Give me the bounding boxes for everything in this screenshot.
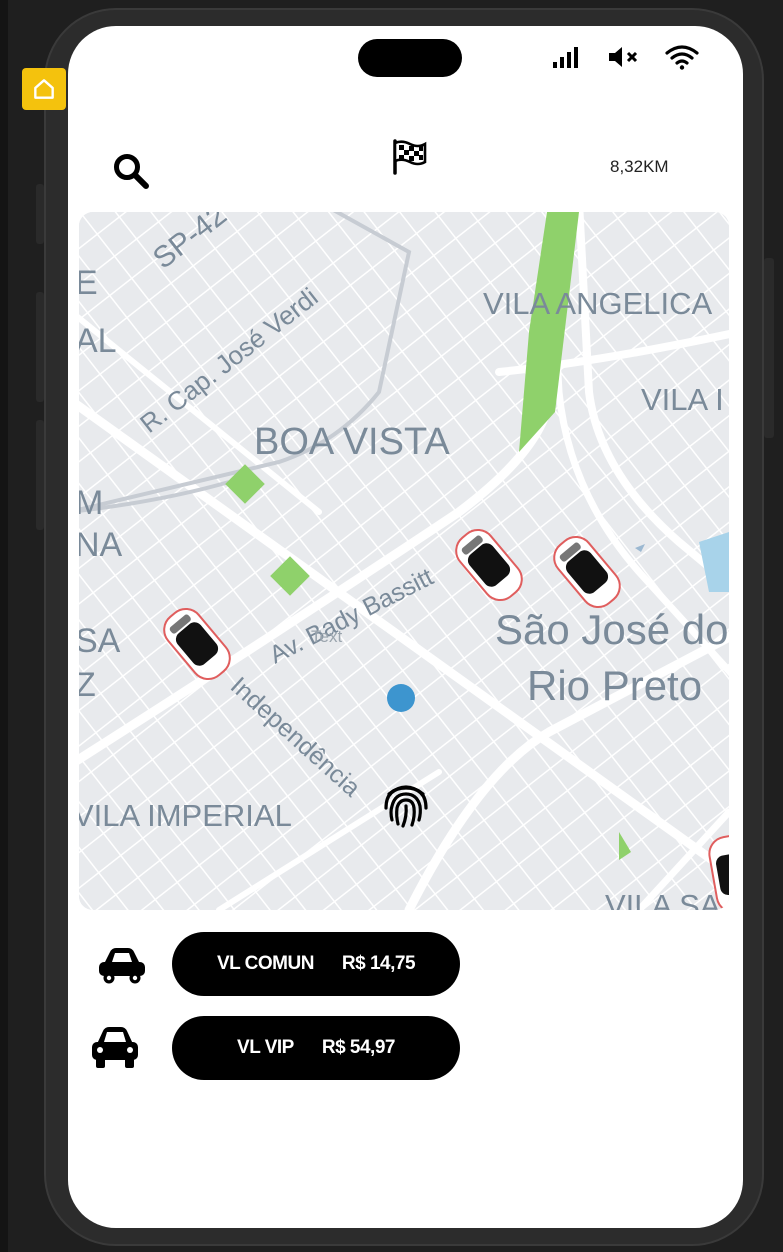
car-front-icon bbox=[96, 946, 148, 989]
camera-notch bbox=[358, 39, 462, 77]
side-button bbox=[36, 420, 44, 530]
ride-option-comun[interactable]: VL COMUN R$ 14,75 bbox=[172, 932, 460, 996]
search-icon[interactable] bbox=[110, 150, 152, 197]
phone-screen: 8,32KM SP-42 R. Cap. José Verdi VILA ANG… bbox=[68, 26, 743, 1228]
user-location-dot bbox=[387, 684, 415, 712]
side-button bbox=[36, 184, 44, 244]
left-edge bbox=[0, 0, 8, 1252]
label-vila-right: VILA I bbox=[641, 382, 724, 417]
label-left-m: M bbox=[79, 484, 103, 522]
label-left-sa: SA bbox=[79, 622, 121, 660]
ride-price: R$ 14,75 bbox=[341, 953, 416, 974]
side-button bbox=[36, 292, 44, 402]
ride-name: VL COMUN bbox=[216, 953, 314, 974]
status-bar bbox=[551, 44, 699, 75]
label-left-e: E bbox=[79, 264, 98, 302]
label-vila-angelica: VILA ANGELICA bbox=[483, 286, 712, 321]
side-button bbox=[764, 258, 774, 438]
distance-value: 8,32KM bbox=[610, 157, 669, 176]
ride-name: VL VIP bbox=[237, 1037, 294, 1058]
checkered-flag-icon[interactable] bbox=[390, 138, 430, 181]
label-vila-sa: VILA SA bbox=[605, 888, 721, 910]
label-left-al: AL bbox=[79, 322, 117, 360]
label-left-na: NA bbox=[79, 526, 123, 564]
wifi-icon bbox=[665, 44, 699, 75]
home-icon[interactable] bbox=[22, 68, 66, 110]
label-left-z: Z bbox=[79, 666, 96, 704]
signal-icon bbox=[551, 45, 585, 74]
label-sao-jose-2: Rio Preto bbox=[527, 662, 702, 709]
ride-price: R$ 54,97 bbox=[321, 1037, 396, 1058]
ride-option-vip[interactable]: VL VIP R$ 54,97 bbox=[172, 1016, 460, 1080]
label-boa-vista: BOA VISTA bbox=[254, 421, 450, 463]
label-sao-jose-1: São José do bbox=[495, 606, 729, 653]
label-text-overlay: Text bbox=[311, 627, 342, 646]
fingerprint-icon[interactable] bbox=[380, 778, 432, 835]
label-vila-imperial: VILA IMPERIAL bbox=[79, 798, 292, 833]
car-front-icon bbox=[90, 1026, 140, 1075]
mute-icon bbox=[607, 44, 643, 75]
